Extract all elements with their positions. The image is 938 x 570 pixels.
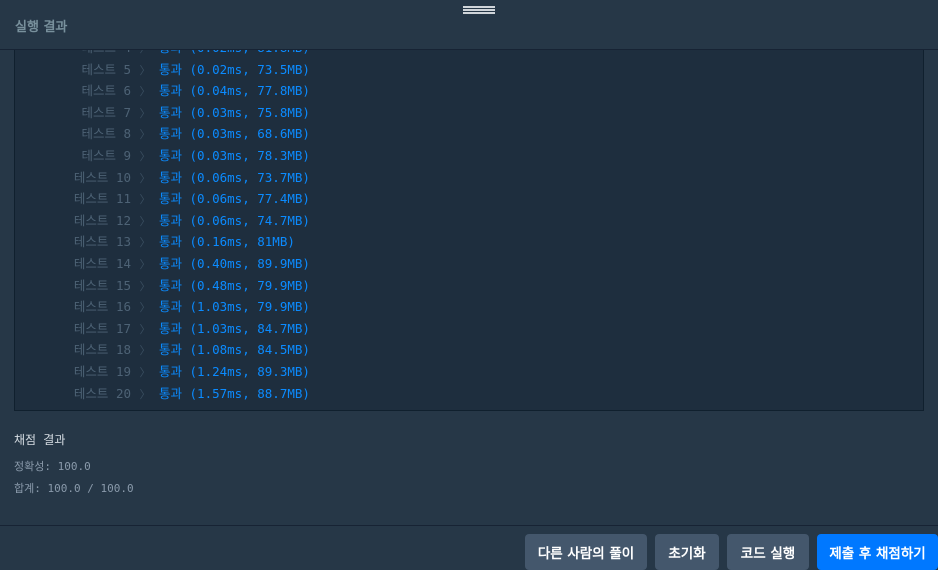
test-result-row: 테스트 6 〉 통과 (0.04ms, 77.8MB) [15, 80, 923, 102]
test-result-text: 통과 (1.08ms, 84.5MB) [159, 342, 310, 358]
drag-handle-icon[interactable] [463, 6, 495, 14]
test-result-text: 통과 (0.03ms, 75.8MB) [159, 104, 310, 120]
test-result-row: 테스트 14 〉 통과 (0.40ms, 89.9MB) [15, 253, 923, 275]
test-result-row: 테스트 8 〉 통과 (0.03ms, 68.6MB) [15, 123, 923, 145]
grading-title: 채점 결과 [14, 433, 66, 447]
test-result-text: 통과 (0.03ms, 68.6MB) [159, 126, 310, 142]
grading-section: 채점 결과 정확성: 100.0 합계: 100.0 / 100.0 [14, 431, 134, 500]
chevron-right-icon: 〉 [139, 344, 151, 358]
chevron-right-icon: 〉 [139, 365, 151, 379]
test-result-row: 테스트 16 〉 통과 (1.03ms, 79.9MB) [15, 296, 923, 318]
test-label: 테스트 12 [73, 212, 131, 228]
chevron-right-icon: 〉 [139, 387, 151, 401]
action-footer: 다른 사람의 풀이 초기화 코드 실행 제출 후 채점하기 [0, 525, 938, 570]
output-box[interactable]: 테스트 4〉통과 (0.02ms, 81.8MB)테스트 5〉통과 (0.02m… [14, 50, 924, 411]
accuracy-score: 정확성: 100.0 [14, 460, 91, 473]
test-label: 테스트 9 [81, 147, 131, 163]
test-result-row: 테스트 19 〉 통과 (1.24ms, 89.3MB) [15, 361, 923, 383]
test-result-row: 테스트 17 〉 통과 (1.03ms, 84.7MB) [15, 318, 923, 340]
chevron-right-icon: 〉 [139, 279, 151, 293]
test-result-row: 테스트 20 〉 통과 (1.57ms, 88.7MB) [15, 383, 923, 405]
run-code-button[interactable]: 코드 실행 [727, 534, 809, 570]
test-label: 테스트 20 [73, 385, 131, 401]
test-label: 테스트 17 [73, 320, 131, 336]
test-label: 테스트 5 [81, 61, 131, 77]
test-result-row: 테스트 18 〉 통과 (1.08ms, 84.5MB) [15, 339, 923, 361]
test-label: 테스트 13 [73, 234, 131, 250]
test-result-text: 통과 (0.16ms, 81MB) [159, 234, 295, 250]
test-result-text: 통과 (0.48ms, 79.9MB) [159, 277, 310, 293]
test-label: 테스트 6 [81, 83, 131, 99]
test-result-text: 통과 (1.24ms, 89.3MB) [159, 363, 310, 379]
test-label: 테스트 18 [73, 342, 131, 358]
test-result-row: 테스트 9 〉 통과 (0.03ms, 78.3MB) [15, 145, 923, 167]
test-result-text: 통과 (0.04ms, 77.8MB) [159, 83, 310, 99]
test-result-row: 테스트 15 〉 통과 (0.48ms, 79.9MB) [15, 275, 923, 297]
chevron-right-icon: 〉 [139, 171, 151, 185]
test-result-text: 통과 (0.03ms, 78.3MB) [159, 147, 310, 163]
test-result-row: 테스트 11 〉 통과 (0.06ms, 77.4MB) [15, 188, 923, 210]
chevron-right-icon: 〉 [139, 193, 151, 207]
test-label: 테스트 16 [73, 299, 131, 315]
test-result-text: 통과 (0.06ms, 73.7MB) [159, 169, 310, 185]
chevron-right-icon: 〉 [139, 128, 151, 142]
test-result-row: 테스트 4〉통과 (0.02ms, 81.8MB) [15, 50, 923, 59]
test-result-text: 통과 (0.02ms, 73.5MB) [159, 61, 310, 77]
test-result-row: 테스트 5 〉 통과 (0.02ms, 73.5MB) [15, 59, 923, 81]
test-result-text: 통과 (0.40ms, 89.9MB) [159, 255, 310, 271]
chevron-right-icon: 〉 [139, 236, 151, 250]
test-label: 테스트 4 [15, 50, 131, 59]
test-label: 테스트 8 [81, 126, 131, 142]
test-label: 테스트 11 [73, 191, 131, 207]
chevron-right-icon: 〉 [139, 257, 151, 271]
result-panel-header: 실행 결과 [0, 0, 938, 50]
test-result-text: 통과 (0.06ms, 74.7MB) [159, 212, 310, 228]
chevron-right-icon: 〉 [139, 214, 151, 228]
total-score: 합계: 100.0 / 100.0 [14, 482, 134, 495]
panel-title: 실행 결과 [15, 20, 68, 35]
test-label: 테스트 10 [73, 169, 131, 185]
test-result-list: 테스트 4〉통과 (0.02ms, 81.8MB)테스트 5〉통과 (0.02m… [15, 50, 923, 404]
test-result-row: 테스트 12 〉 통과 (0.06ms, 74.7MB) [15, 210, 923, 232]
test-result-row: 테스트 7 〉 통과 (0.03ms, 75.8MB) [15, 102, 923, 124]
test-result-text: 통과 (1.03ms, 79.9MB) [159, 299, 310, 315]
test-result-row: 테스트 13 〉 통과 (0.16ms, 81MB) [15, 231, 923, 253]
chevron-right-icon: 〉 [139, 149, 151, 163]
chevron-right-icon: 〉 [139, 85, 151, 99]
test-label: 테스트 14 [73, 255, 131, 271]
test-result-text: 통과 (0.06ms, 77.4MB) [159, 191, 310, 207]
submit-button[interactable]: 제출 후 채점하기 [817, 534, 938, 570]
test-result-text: 통과 (1.57ms, 88.7MB) [159, 385, 310, 401]
test-result-text: 통과 (1.03ms, 84.7MB) [159, 320, 310, 336]
test-label: 테스트 15 [73, 277, 131, 293]
test-result-row: 테스트 10 〉 통과 (0.06ms, 73.7MB) [15, 167, 923, 189]
reset-button[interactable]: 초기화 [655, 534, 719, 570]
others-solutions-button[interactable]: 다른 사람의 풀이 [525, 534, 647, 570]
test-label: 테스트 7 [81, 104, 131, 120]
chevron-right-icon: 〉 [139, 322, 151, 336]
chevron-right-icon: 〉 [139, 301, 151, 315]
test-label: 테스트 19 [73, 363, 131, 379]
chevron-right-icon: 〉 [139, 63, 151, 77]
chevron-right-icon: 〉 [139, 106, 151, 120]
test-result-text: 통과 (0.02ms, 81.8MB) [159, 50, 310, 55]
